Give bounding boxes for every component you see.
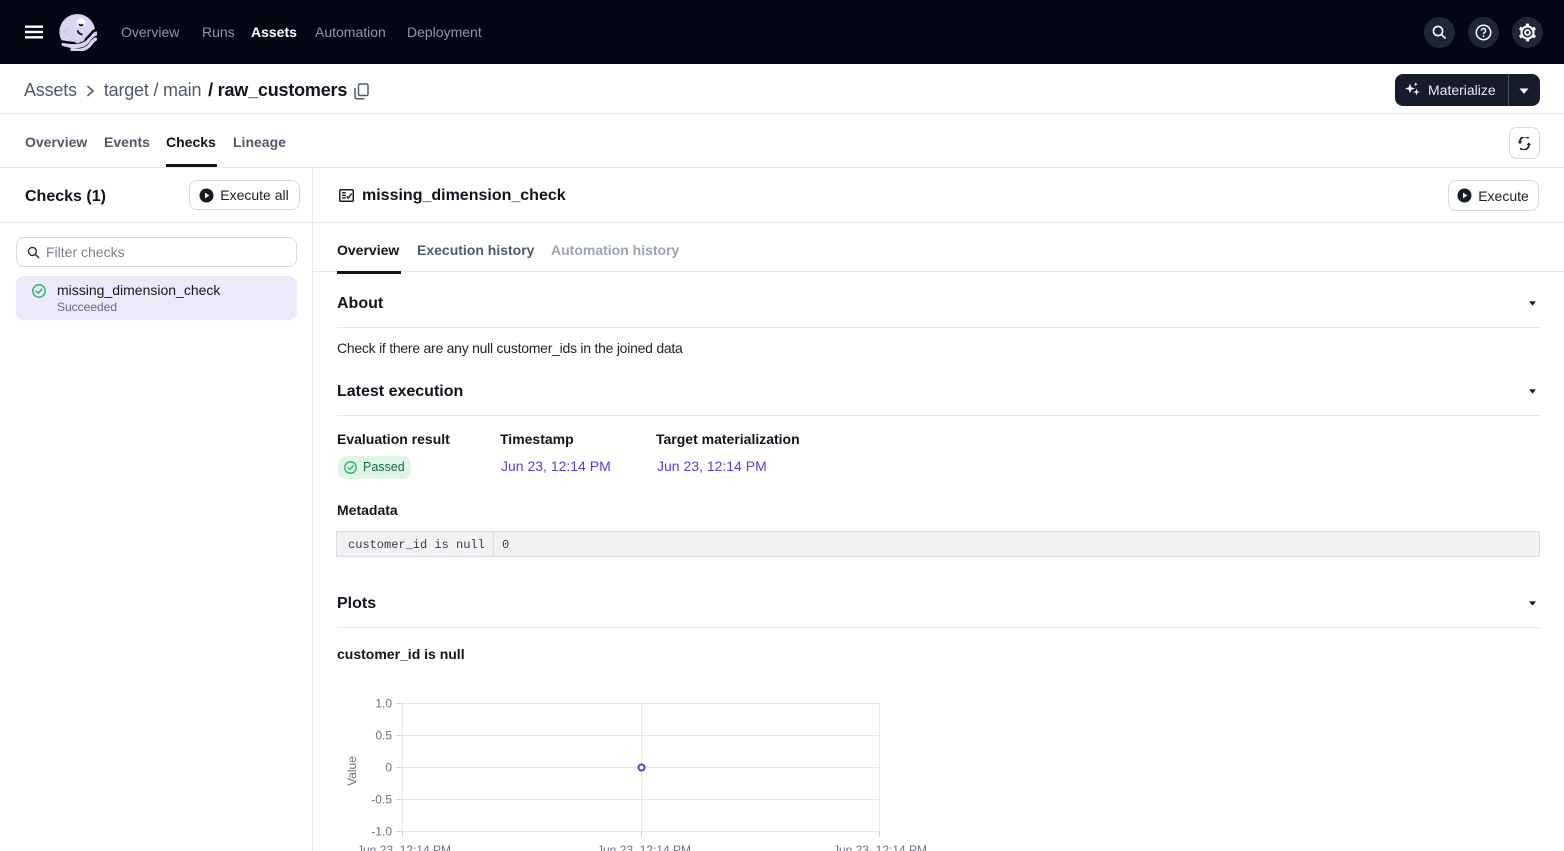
svg-text:Jun 23, 12:14 PM: Jun 23, 12:14 PM [357, 843, 451, 851]
svg-text:Jun 23, 12:14 PM: Jun 23, 12:14 PM [833, 843, 927, 851]
svg-text:-0.5: -0.5 [371, 793, 392, 807]
svg-text:-1.0: -1.0 [371, 825, 392, 839]
svg-text:Jun 23, 12:14 PM: Jun 23, 12:14 PM [597, 843, 691, 851]
svg-text:0.5: 0.5 [375, 729, 392, 743]
svg-text:0: 0 [385, 761, 392, 775]
svg-text:Value: Value [345, 756, 359, 786]
svg-text:1.0: 1.0 [375, 697, 392, 711]
